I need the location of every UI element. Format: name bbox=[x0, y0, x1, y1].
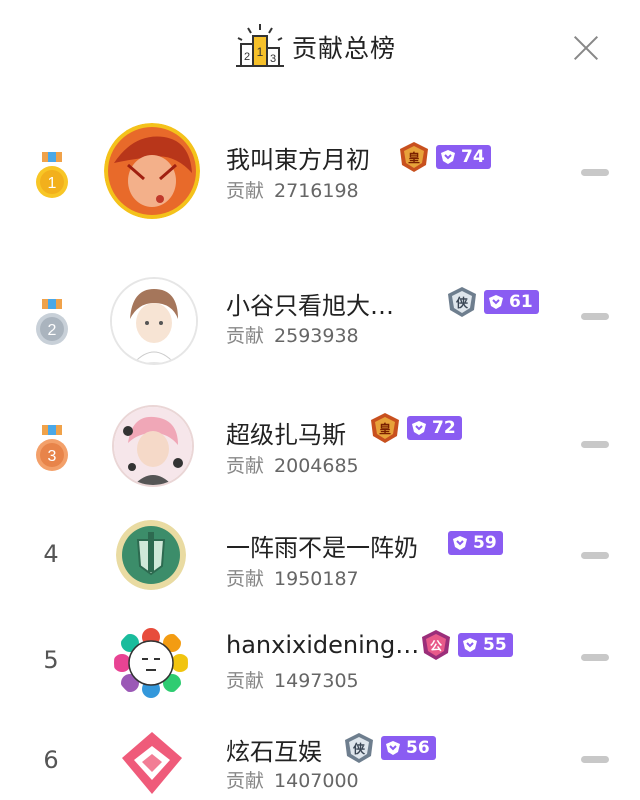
user-name[interactable]: 一阵雨不是一阵奶 bbox=[226, 528, 418, 563]
contribution-value: 2004685 bbox=[274, 455, 359, 477]
user-name[interactable]: 小谷只看旭大… bbox=[226, 286, 394, 321]
user-name[interactable]: 我叫東方月初 bbox=[226, 140, 370, 175]
avatar[interactable] bbox=[116, 520, 186, 590]
svg-text:3: 3 bbox=[48, 448, 57, 465]
user-badges: 侠 61 bbox=[446, 286, 539, 318]
contribution-value: 1950187 bbox=[274, 568, 359, 590]
level-badge: 72 bbox=[407, 416, 462, 440]
trend-indicator bbox=[581, 756, 609, 763]
user-badges: 皇 74 bbox=[398, 141, 491, 173]
user-name[interactable]: 超级扎马斯 bbox=[226, 415, 346, 450]
contribution-value: 1407000 bbox=[274, 770, 359, 792]
rank-emblem-icon: 公 bbox=[422, 630, 450, 660]
gold-medal-icon: 1 bbox=[36, 152, 68, 198]
rank-number: 5 bbox=[43, 646, 59, 674]
contribution-value: 2716198 bbox=[274, 180, 359, 202]
level-value: 72 bbox=[432, 418, 456, 438]
shield-icon bbox=[441, 150, 455, 164]
avatar[interactable] bbox=[104, 123, 200, 219]
close-icon[interactable] bbox=[568, 30, 604, 66]
user-badges: 59 bbox=[448, 531, 503, 555]
level-value: 55 bbox=[483, 635, 507, 655]
header-title-group: 1 2 3 贡献总榜 bbox=[234, 22, 396, 72]
svg-text:皇: 皇 bbox=[379, 421, 391, 436]
user-name[interactable]: 炫石互娱 bbox=[226, 732, 322, 767]
contribution-label: 贡献 bbox=[226, 455, 265, 477]
contribution-value: 1497305 bbox=[274, 670, 359, 692]
shield-icon bbox=[386, 741, 400, 755]
silver-medal-icon: 2 bbox=[36, 299, 68, 345]
contribution-label: 贡献 bbox=[226, 770, 265, 792]
level-badge: 59 bbox=[448, 531, 503, 555]
svg-text:皇: 皇 bbox=[408, 150, 420, 165]
rank-number: 4 bbox=[43, 540, 59, 568]
avatar[interactable] bbox=[110, 277, 198, 365]
svg-text:侠: 侠 bbox=[353, 741, 366, 756]
leaderboard-header: 1 2 3 贡献总榜 bbox=[0, 0, 640, 100]
svg-text:3: 3 bbox=[270, 53, 276, 65]
contribution-label: 贡献 bbox=[226, 180, 265, 202]
svg-text:1: 1 bbox=[257, 45, 264, 59]
trend-indicator bbox=[581, 552, 609, 559]
contribution-label: 贡献 bbox=[226, 670, 265, 692]
leaderboard-row[interactable]: 1 我叫東方月初 皇 74 贡献 2716198 bbox=[0, 105, 640, 235]
trend-indicator bbox=[581, 169, 609, 176]
level-value: 59 bbox=[473, 533, 497, 553]
avatar[interactable] bbox=[116, 728, 188, 800]
user-name[interactable]: hanxixidening… bbox=[226, 631, 419, 659]
avatar[interactable] bbox=[114, 626, 188, 700]
trend-indicator bbox=[581, 654, 609, 661]
user-badges: 皇 72 bbox=[369, 412, 462, 444]
contribution-value: 2593938 bbox=[274, 325, 359, 347]
svg-text:1: 1 bbox=[48, 175, 57, 192]
podium-icon: 1 2 3 bbox=[236, 24, 284, 67]
bronze-medal-icon: 3 bbox=[36, 425, 68, 471]
level-badge: 74 bbox=[436, 145, 491, 169]
level-value: 74 bbox=[461, 147, 485, 167]
contribution-score: 贡献 1407000 bbox=[226, 766, 359, 793]
avatar[interactable] bbox=[112, 405, 194, 487]
rank-emblem-icon: 皇 bbox=[371, 413, 399, 443]
shield-icon bbox=[489, 295, 503, 309]
leaderboard-row[interactable]: 2 小谷只看旭大… 侠 61 贡献 2593938 bbox=[0, 255, 640, 385]
level-value: 61 bbox=[509, 292, 533, 312]
shield-icon bbox=[463, 638, 477, 652]
rank-emblem-icon: 侠 bbox=[448, 287, 476, 317]
level-badge: 56 bbox=[381, 736, 436, 760]
user-badges: 公 55 bbox=[420, 629, 513, 661]
svg-text:2: 2 bbox=[244, 51, 250, 63]
contribution-label: 贡献 bbox=[226, 325, 265, 347]
svg-text:2: 2 bbox=[48, 322, 57, 339]
shield-icon bbox=[453, 536, 467, 550]
leaderboard-row[interactable]: 6 炫石互娱 侠 56 贡献 1407000 bbox=[0, 722, 640, 794]
contribution-label: 贡献 bbox=[226, 568, 265, 590]
trend-indicator bbox=[581, 313, 609, 320]
page-title: 贡献总榜 bbox=[292, 34, 397, 63]
trend-indicator bbox=[581, 441, 609, 448]
svg-text:公: 公 bbox=[430, 639, 442, 653]
contribution-score: 贡献 1950187 bbox=[226, 564, 359, 591]
rank-emblem-icon: 侠 bbox=[345, 733, 373, 763]
user-badges: 侠 56 bbox=[343, 732, 436, 764]
rank-emblem-icon: 皇 bbox=[400, 142, 428, 172]
leaderboard-row[interactable]: 3 超级扎马斯 皇 72 贡献 2004685 bbox=[0, 395, 640, 525]
level-badge: 61 bbox=[484, 290, 539, 314]
contribution-score: 贡献 2593938 bbox=[226, 321, 359, 348]
contribution-score: 贡献 1497305 bbox=[226, 666, 359, 693]
rank-number: 6 bbox=[43, 746, 59, 774]
contribution-score: 贡献 2716198 bbox=[226, 176, 359, 203]
contribution-score: 贡献 2004685 bbox=[226, 451, 359, 478]
level-badge: 55 bbox=[458, 633, 513, 657]
svg-text:侠: 侠 bbox=[456, 295, 469, 310]
shield-icon bbox=[412, 421, 426, 435]
level-value: 56 bbox=[406, 738, 430, 758]
